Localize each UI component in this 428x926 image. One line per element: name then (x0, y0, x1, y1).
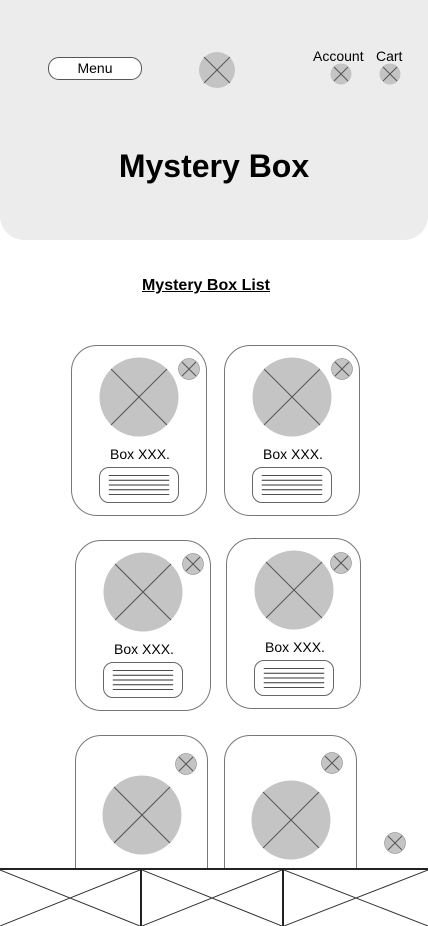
box-image-icon (251, 780, 331, 860)
close-icon[interactable] (330, 552, 352, 574)
cart-label[interactable]: Cart (376, 48, 402, 64)
box-image-icon (103, 552, 183, 632)
close-icon[interactable] (321, 752, 343, 774)
box-detail-button[interactable] (254, 660, 334, 696)
box-image-icon (254, 550, 334, 630)
close-icon[interactable] (175, 753, 197, 775)
logo-icon[interactable] (198, 51, 236, 89)
box-card[interactable]: Box XXX. (71, 345, 207, 516)
box-image-icon (102, 775, 182, 855)
header: Menu Account Cart Mystery Box (0, 0, 428, 240)
account-icon[interactable] (330, 63, 352, 85)
close-icon[interactable] (331, 358, 353, 380)
bottom-nav (0, 868, 428, 926)
box-detail-button[interactable] (99, 467, 179, 503)
cart-icon[interactable] (379, 63, 401, 85)
box-name: Box XXX. (114, 641, 174, 657)
account-label[interactable]: Account (313, 48, 364, 64)
box-name: Box XXX. (265, 639, 325, 655)
box-name: Box XXX. (263, 446, 323, 462)
bottom-nav-item[interactable] (142, 870, 284, 926)
bottom-nav-item[interactable] (0, 870, 142, 926)
box-card[interactable]: Box XXX. (224, 345, 360, 516)
floating-action-icon[interactable] (384, 832, 406, 854)
close-icon[interactable] (182, 553, 204, 575)
box-card[interactable]: Box XXX. (226, 538, 361, 709)
box-image-icon (99, 357, 179, 437)
close-icon[interactable] (178, 358, 200, 380)
box-detail-button[interactable] (252, 467, 332, 503)
menu-button[interactable]: Menu (48, 57, 142, 80)
box-detail-button[interactable] (103, 662, 183, 698)
box-image-icon (252, 357, 332, 437)
box-name: Box XXX. (110, 446, 170, 462)
box-card[interactable]: Box XXX. (75, 540, 211, 711)
bottom-nav-item[interactable] (284, 870, 428, 926)
section-title: Mystery Box List (141, 277, 271, 294)
page-title: Mystery Box (118, 148, 310, 184)
